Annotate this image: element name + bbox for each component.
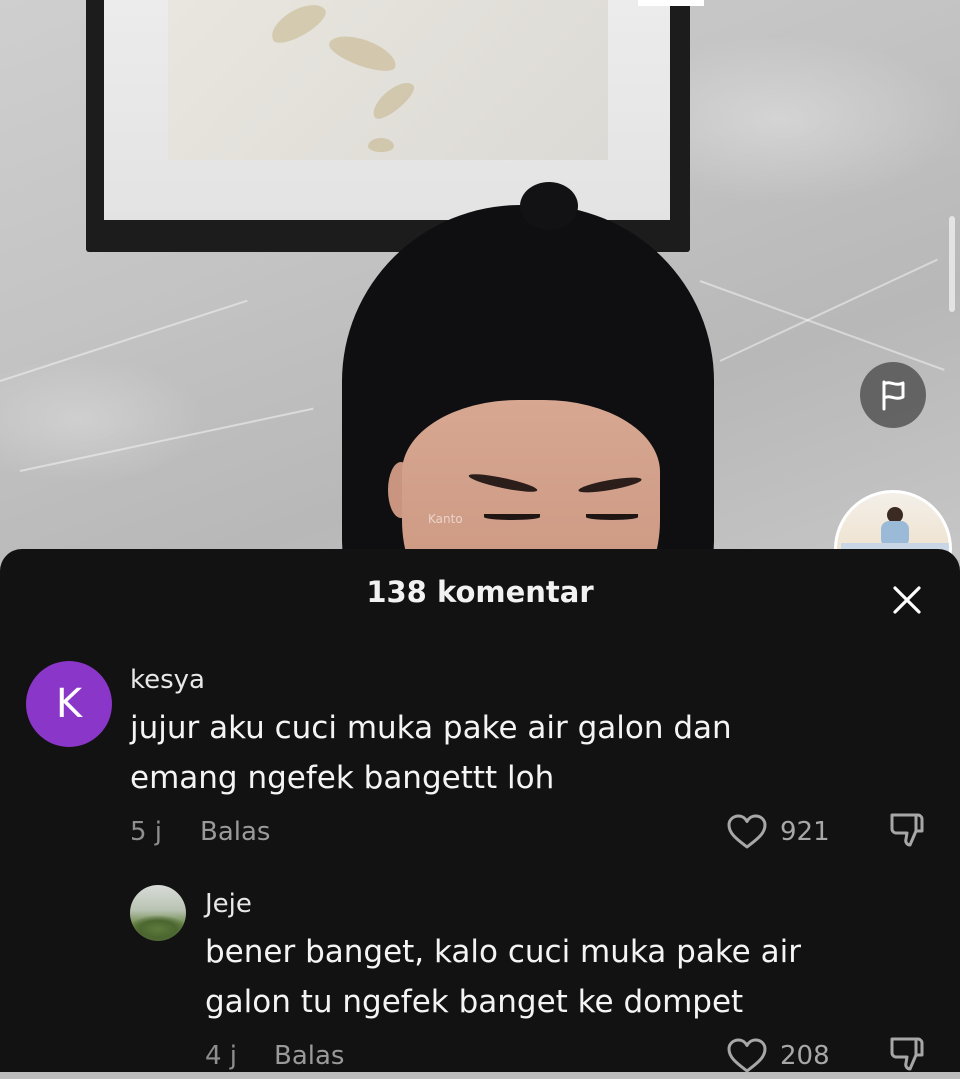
avatar[interactable]: K — [26, 661, 112, 747]
person-eyelid-right — [586, 514, 638, 520]
reply-button[interactable]: Balas — [274, 1041, 344, 1071]
comment-text-line: bener banget, kalo cuci muka pake air — [205, 934, 801, 970]
person-eyelid-left — [484, 514, 540, 520]
close-icon — [893, 586, 921, 614]
progress-indicator — [638, 0, 704, 6]
scroll-indicator — [949, 216, 955, 312]
like-button[interactable]: 921 — [726, 813, 830, 851]
comment-text-line: emang ngefek bangettt loh — [130, 760, 555, 796]
thumbs-down-icon — [890, 813, 924, 847]
like-button[interactable]: 208 — [726, 1037, 830, 1075]
comments-count-title: 138 komentar — [366, 575, 594, 609]
video-watermark: Kanto — [428, 512, 463, 526]
leaf-shape — [325, 28, 401, 78]
comment-timestamp: 4 j — [205, 1041, 238, 1071]
like-count: 208 — [780, 1041, 830, 1071]
person-hair-bun — [520, 182, 578, 230]
marble-vein — [0, 299, 248, 382]
heart-icon — [727, 1038, 767, 1073]
comment-text-line: jujur aku cuci muka pake air galon dan — [130, 710, 732, 746]
dislike-button[interactable] — [888, 809, 930, 855]
picture-artwork — [168, 0, 608, 160]
comment-username[interactable]: Jeje — [205, 889, 252, 919]
comment-text-line: galon tu ngefek banget ke dompet — [205, 984, 744, 1020]
leaf-shape — [367, 76, 419, 124]
flag-icon — [882, 380, 905, 411]
dislike-button[interactable] — [888, 1033, 930, 1079]
video-player[interactable]: Kanto — [0, 0, 960, 560]
close-button[interactable] — [884, 577, 930, 623]
comments-sheet: 138 komentar K kesya jujur aku cuci muka… — [0, 549, 960, 1075]
marble-vein — [699, 280, 945, 371]
comment-username[interactable]: kesya — [130, 665, 205, 695]
like-count: 921 — [780, 817, 830, 847]
comment-timestamp: 5 j — [130, 817, 163, 847]
leaf-shape — [368, 138, 394, 152]
thumbs-down-icon — [890, 1037, 924, 1071]
marble-vein — [19, 407, 314, 472]
heart-icon — [727, 814, 767, 849]
reply-button[interactable]: Balas — [200, 817, 270, 847]
report-button[interactable] — [860, 362, 926, 428]
leaf-shape — [265, 0, 331, 50]
marble-vein — [719, 258, 938, 362]
avatar[interactable] — [130, 885, 186, 941]
